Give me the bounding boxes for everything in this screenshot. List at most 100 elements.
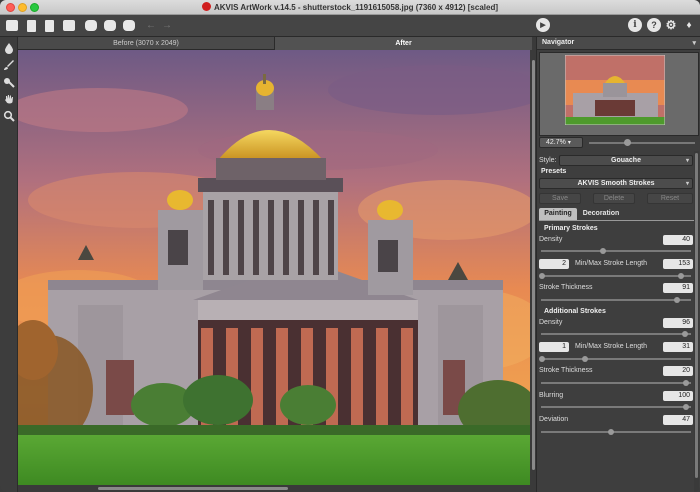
primary-length-label: Min/Max Stroke Length bbox=[575, 260, 647, 267]
primary-thickness-slider[interactable] bbox=[541, 299, 691, 301]
export-button[interactable] bbox=[41, 18, 57, 33]
style-row: Style: Gouache ▾ bbox=[539, 155, 693, 167]
additional-thickness-value[interactable]: 20 bbox=[663, 366, 693, 376]
akvis-logo-icon bbox=[202, 2, 211, 11]
additional-length-slider[interactable] bbox=[541, 358, 691, 360]
drop-icon[interactable] bbox=[3, 42, 15, 54]
zoom-slider-track[interactable] bbox=[589, 142, 695, 144]
preset-select[interactable]: AKVIS Smooth Strokes ▾ bbox=[539, 178, 693, 189]
primary-strokes-title: Primary Strokes bbox=[544, 225, 598, 232]
preferences-button[interactable]: ⚙ bbox=[664, 18, 678, 32]
additional-strokes-title: Additional Strokes bbox=[544, 308, 606, 315]
zoom-slider-knob[interactable] bbox=[624, 139, 631, 146]
chevron-down-icon: ▾ bbox=[685, 158, 689, 164]
style-value: Gouache bbox=[611, 157, 641, 164]
image-canvas[interactable] bbox=[18, 50, 530, 485]
zoom-select[interactable]: 42.7% ▾ bbox=[539, 137, 583, 148]
style-select[interactable]: Gouache ▾ bbox=[559, 155, 693, 166]
tab-before[interactable]: Before (3070 x 2049) bbox=[18, 37, 275, 50]
blurring-knob[interactable] bbox=[683, 404, 689, 410]
window-title: AKVIS ArtWork v.14.5 - shutterstock_1191… bbox=[0, 2, 700, 12]
open-image-button[interactable] bbox=[4, 18, 20, 33]
blurring-value[interactable]: 100 bbox=[663, 391, 693, 401]
deviation-value[interactable]: 47 bbox=[663, 415, 693, 425]
tab-painting[interactable]: Painting bbox=[539, 208, 577, 220]
primary-density-value[interactable]: 40 bbox=[663, 235, 693, 245]
additional-thickness-label: Stroke Thickness bbox=[539, 367, 593, 374]
blurring-slider[interactable] bbox=[541, 406, 691, 408]
main-toolbar: ← → ▶ i ? ⚙ ♦ bbox=[0, 15, 700, 37]
save-preset-button[interactable]: Save bbox=[539, 193, 581, 204]
primary-length-max-knob[interactable] bbox=[678, 273, 684, 279]
info-button[interactable]: i bbox=[628, 18, 642, 32]
print-icon bbox=[63, 20, 75, 31]
primary-length-min[interactable]: 2 bbox=[539, 259, 569, 269]
collapse-icon[interactable]: ▾ bbox=[692, 39, 696, 47]
export-icon bbox=[44, 19, 54, 32]
batch-button[interactable] bbox=[102, 18, 118, 33]
additional-density-value[interactable]: 96 bbox=[663, 318, 693, 328]
primary-length-min-knob[interactable] bbox=[539, 273, 545, 279]
save-image-button[interactable] bbox=[23, 18, 39, 33]
zoom-icon[interactable] bbox=[3, 110, 15, 122]
primary-density-knob[interactable] bbox=[600, 248, 606, 254]
additional-density-knob[interactable] bbox=[682, 331, 688, 337]
presets-label: Presets bbox=[541, 168, 567, 175]
additional-length-row: 1 Min/Max Stroke Length 31 bbox=[539, 342, 693, 354]
zoom-row: 42.7% ▾ bbox=[537, 137, 700, 150]
open-image-icon bbox=[6, 20, 18, 31]
additional-length-max-knob[interactable] bbox=[582, 356, 588, 362]
primary-length-slider[interactable] bbox=[541, 275, 691, 277]
tab-decoration[interactable]: Decoration bbox=[579, 208, 623, 220]
additional-thickness-row: Stroke Thickness 20 bbox=[539, 366, 693, 378]
zoom-value: 42.7% bbox=[546, 139, 566, 146]
deviation-knob[interactable] bbox=[608, 429, 614, 435]
navigator-preview[interactable] bbox=[539, 52, 699, 136]
gear-icon: ⚙ bbox=[665, 18, 677, 32]
print-button[interactable] bbox=[61, 18, 77, 33]
primary-length-max[interactable]: 153 bbox=[663, 259, 693, 269]
blurring-row: Blurring 100 bbox=[539, 391, 693, 403]
horizontal-scrollbar[interactable] bbox=[18, 485, 530, 492]
brush-icon[interactable] bbox=[3, 59, 15, 71]
undo-button[interactable]: ← bbox=[143, 18, 159, 33]
navigator-thumbnail bbox=[565, 55, 665, 125]
preset-value: AKVIS Smooth Strokes bbox=[577, 180, 655, 187]
redo-button[interactable]: → bbox=[159, 18, 175, 33]
tab-after[interactable]: After bbox=[275, 37, 532, 50]
additional-thickness-slider[interactable] bbox=[541, 382, 691, 384]
primary-thickness-knob[interactable] bbox=[674, 297, 680, 303]
settings-scroll-thumb[interactable] bbox=[695, 153, 698, 478]
navigator-header: Navigator ▾ bbox=[537, 37, 700, 50]
deviation-slider[interactable] bbox=[541, 431, 691, 433]
additional-length-max[interactable]: 31 bbox=[663, 342, 693, 352]
horizontal-scroll-thumb[interactable] bbox=[98, 487, 288, 490]
primary-thickness-value[interactable]: 91 bbox=[663, 283, 693, 293]
preset-button[interactable] bbox=[121, 18, 137, 33]
title-bar: AKVIS ArtWork v.14.5 - shutterstock_1191… bbox=[0, 0, 700, 15]
additional-density-slider[interactable] bbox=[541, 333, 691, 335]
share-button[interactable] bbox=[83, 18, 99, 33]
undo-icon: ← bbox=[146, 20, 156, 31]
help-button[interactable]: ? bbox=[647, 18, 661, 32]
settings-scrollbar[interactable] bbox=[694, 151, 699, 492]
painted-image bbox=[18, 50, 530, 485]
delete-preset-button[interactable]: Delete bbox=[593, 193, 635, 204]
additional-thickness-knob[interactable] bbox=[683, 380, 689, 386]
run-button[interactable]: ▶ bbox=[536, 18, 550, 32]
preset-icon bbox=[123, 20, 135, 31]
additional-length-min[interactable]: 1 bbox=[539, 342, 569, 352]
deviation-row: Deviation 47 bbox=[539, 415, 693, 427]
batch-icon bbox=[104, 20, 116, 31]
eraser-icon[interactable] bbox=[3, 76, 15, 88]
primary-density-slider[interactable] bbox=[541, 250, 691, 252]
hand-icon[interactable] bbox=[3, 93, 15, 105]
save-image-icon bbox=[26, 19, 36, 32]
primary-density-row: Density 40 bbox=[539, 235, 693, 247]
plugin-button[interactable]: ♦ bbox=[682, 18, 696, 32]
additional-length-min-knob[interactable] bbox=[539, 356, 545, 362]
primary-thickness-row: Stroke Thickness 91 bbox=[539, 283, 693, 295]
reset-preset-button[interactable]: Reset bbox=[647, 193, 693, 204]
vertical-scroll-thumb[interactable] bbox=[532, 60, 535, 470]
blurring-label: Blurring bbox=[539, 392, 564, 399]
